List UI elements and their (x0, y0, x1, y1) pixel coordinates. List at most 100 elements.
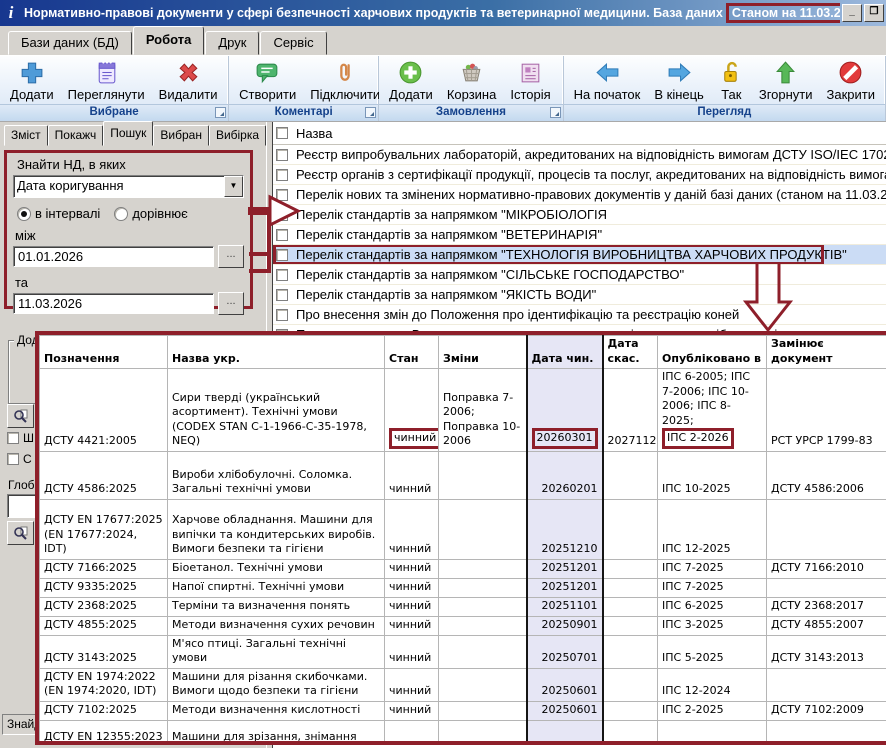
arrow-right-button[interactable]: В кінець (648, 58, 710, 103)
panel-tab[interactable]: Вибран (153, 125, 209, 146)
table-cell: 20271125 (603, 369, 658, 452)
view-notepad-button[interactable]: Переглянути (62, 58, 151, 103)
results-table: ПозначенняНазва укр.СтанЗміниДата чин.Да… (39, 335, 886, 745)
option1-checkbox[interactable] (7, 432, 19, 444)
arrow-left-button[interactable]: На початок (568, 58, 647, 103)
date-to-picker-button[interactable]: ... (218, 292, 244, 315)
radio-interval[interactable] (17, 207, 31, 221)
ribbon-button-label: Так (721, 87, 741, 102)
list-item[interactable]: Реєстр органів з сертифікації продукції,… (273, 165, 886, 185)
arrow-up-button[interactable]: Згорнути (753, 58, 819, 103)
list-item[interactable]: Перелік нових та змінених нормативно-пра… (273, 185, 886, 205)
list-item[interactable]: Перелік стандартів за напрямком "ЯКІСТЬ … (273, 285, 886, 305)
row-checkbox[interactable] (276, 269, 288, 281)
table-cell: 20251101 (527, 597, 603, 616)
date-to-input[interactable] (13, 293, 214, 314)
table-column-header: Дата скас. (603, 336, 658, 369)
table-cell: чинний (385, 559, 439, 578)
list-item-label: Перелік стандартів за напрямком "ТЕХНОЛО… (296, 247, 847, 262)
comment-bubble-button[interactable]: Створити (233, 58, 302, 103)
tab-main[interactable]: Сервіс (260, 31, 326, 55)
history-news-button[interactable]: Історія (504, 58, 556, 103)
table-row: ДСТУ 4586:2025Вироби хлібобулочні. Солом… (40, 451, 886, 499)
window-title-date-annotation: Станом на 11.03.2026 р. - (726, 3, 840, 23)
add-circle-button[interactable]: Додати (383, 58, 439, 103)
row-checkbox[interactable] (276, 309, 288, 321)
ribbon-group: СтворитиПідключитиКоментарі (229, 56, 379, 121)
list-item[interactable]: Перелік стандартів за напрямком "ВЕТЕРИН… (273, 225, 886, 245)
row-checkbox[interactable] (276, 209, 288, 221)
table-cell: 20250901 (527, 616, 603, 635)
table-cell: ДСТУ 9335:2025 (40, 578, 168, 597)
table-cell: Біоетанол. Технічні умови (168, 559, 385, 578)
panel-tab[interactable]: Вибірка (209, 125, 266, 146)
row-checkbox[interactable] (276, 189, 288, 201)
table-cell: ІПС 6-2005; ІПС 7-2006; ІПС 10-2006; ІПС… (658, 369, 767, 452)
attach-paperclip-button[interactable]: Підключити (304, 58, 386, 103)
option2-checkbox[interactable] (7, 453, 19, 465)
table-cell: чинний (385, 616, 439, 635)
panel-tab[interactable]: Пошук (103, 121, 153, 146)
basket-button[interactable]: Корзина (441, 58, 503, 103)
list-item[interactable]: Реєстр випробувальних лабораторій, акред… (273, 145, 886, 165)
table-cell: ІПС 3-2025 (658, 616, 767, 635)
select-all-checkbox[interactable] (276, 127, 288, 139)
ribbon-button-label: Закрити (827, 87, 875, 102)
table-cell: ДСТУ EN 12355:2023 (EN 12355:2022, IDT) (40, 720, 168, 745)
delete-cross-button[interactable]: Видалити (153, 58, 224, 103)
ribbon-group-caption: Замовлення (379, 104, 563, 121)
add-plus-button[interactable]: Додати (4, 58, 60, 103)
ribbon-button-label: Додати (389, 87, 433, 102)
list-item-label: Перелік стандартів за напрямком "ВЕТЕРИН… (296, 227, 602, 242)
table-row: ДСТУ EN 17677:2025 (EN 17677:2024, IDT)Х… (40, 499, 886, 559)
table-cell (439, 578, 527, 597)
tab-main[interactable]: Бази даних (БД) (8, 31, 132, 55)
table-cell: 20250601 (527, 668, 603, 701)
results-overlay-annotated: ПозначенняНазва укр.СтанЗміниДата чин.Да… (35, 331, 886, 745)
table-cell (767, 578, 886, 597)
tab-main[interactable]: Друк (205, 31, 259, 55)
ribbon-group-caption-label: Вибране (89, 106, 138, 118)
global-search-button[interactable] (7, 521, 34, 545)
title-bar: i Нормативно-правові документи у сфері б… (0, 0, 886, 26)
ribbon-group-caption-label: Перегляд (697, 106, 751, 118)
table-column-header: Стан (385, 336, 439, 369)
search-field-combobox[interactable]: Дата коригування ▼ (13, 175, 244, 198)
between-label: між (15, 228, 244, 243)
table-cell: ДСТУ 3143:2013 (767, 635, 886, 668)
table-cell: ДСТУ 4586:2025 (40, 451, 168, 499)
panel-tab[interactable]: Зміст (4, 125, 48, 146)
list-item[interactable]: Перелік стандартів за напрямком "ТЕХНОЛО… (273, 245, 886, 265)
dialog-launcher-icon[interactable] (215, 107, 226, 118)
search-in-docs-button[interactable] (7, 404, 34, 428)
table-cell: ІПС 5-2025 (658, 635, 767, 668)
dialog-launcher-icon[interactable] (365, 107, 376, 118)
row-checkbox[interactable] (276, 149, 288, 161)
table-cell: ІПС 10-2025 (658, 451, 767, 499)
list-item[interactable]: Про внесення змін до Положення про ідент… (273, 305, 886, 325)
radio-equals[interactable] (114, 207, 128, 221)
dialog-launcher-icon[interactable] (550, 107, 561, 118)
panel-tab[interactable]: Покажч (48, 125, 104, 146)
table-column-header: Назва укр. (168, 336, 385, 369)
ribbon-button-label: Згорнути (759, 87, 813, 102)
chevron-down-icon[interactable]: ▼ (224, 176, 243, 197)
date-from-picker-button[interactable]: ... (218, 245, 244, 268)
list-item[interactable]: Перелік стандартів за напрямком "СІЛЬСЬК… (273, 265, 886, 285)
ribbon-group: ДодатиПереглянутиВидалити Вибране (0, 56, 229, 121)
ribbon-group: На початок В кінець Так Згорнути Закрити Пере… (564, 56, 886, 121)
tab-active-main[interactable]: Робота (133, 26, 205, 55)
row-checkbox[interactable] (276, 229, 288, 241)
annotated-value: ІПС 2-2026 (662, 428, 734, 449)
row-checkbox[interactable] (276, 169, 288, 181)
ribbon-group-caption: Коментарі (229, 104, 378, 121)
lock-open-button[interactable]: Так (712, 58, 751, 103)
ribbon-button-label: На початок (574, 87, 641, 102)
date-from-input[interactable] (13, 246, 214, 267)
maximize-button[interactable]: ❐ (864, 4, 884, 22)
list-item[interactable]: Перелік стандартів за напрямком "МІКРОБІ… (273, 205, 886, 225)
minimize-button[interactable]: _ (842, 4, 862, 22)
no-entry-button[interactable]: Закрити (821, 58, 881, 103)
row-checkbox[interactable] (276, 289, 288, 301)
row-checkbox[interactable] (276, 249, 288, 261)
